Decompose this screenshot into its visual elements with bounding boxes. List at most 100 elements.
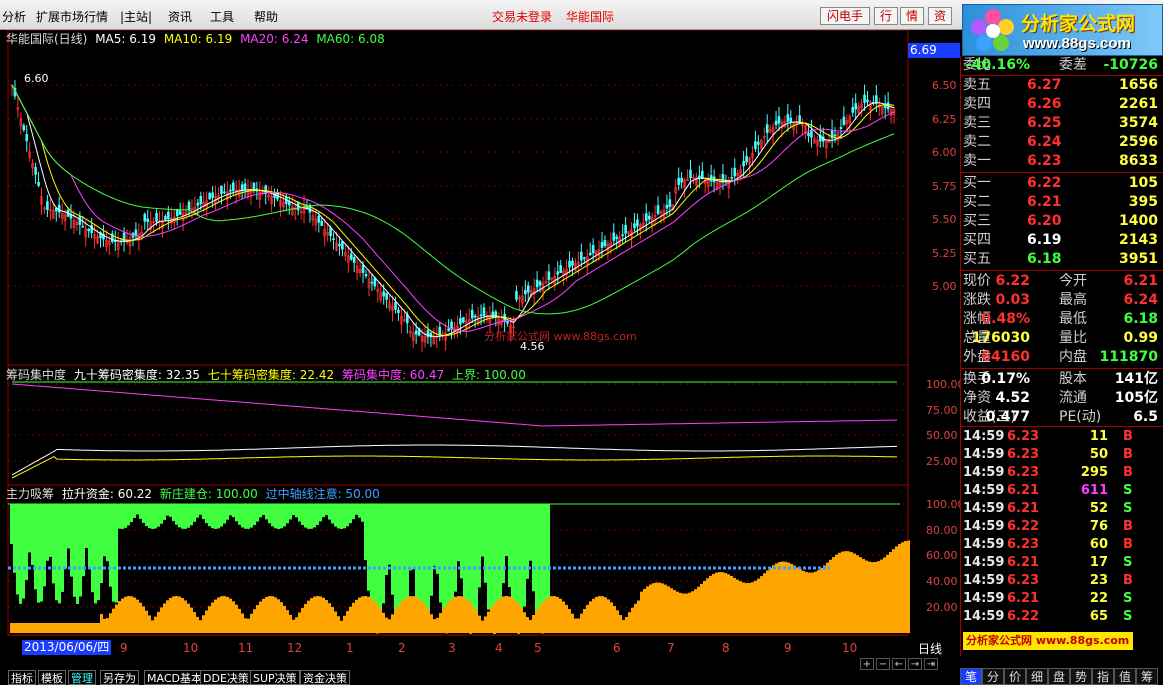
lift-fund-bar [733,577,736,633]
bottom-tab[interactable]: SUP决策 [250,670,300,685]
candle-body [636,219,639,227]
candle-body [317,215,321,223]
right-panel-tab[interactable]: 分 [982,668,1004,685]
lift-fund-bar [436,617,439,633]
main-y-tick: 5.25 [932,247,957,260]
lift-fund-bar [661,583,664,633]
ask-price: 6.24 [1027,134,1062,150]
tick-row: 14:59 6.23 50 B [961,446,1163,464]
right-panel-tab[interactable]: 势 [1070,668,1092,685]
menu-extended-market[interactable]: 扩展市场行情 [36,8,108,25]
nav-control-icon[interactable]: ← [892,658,906,670]
candle-body [777,116,781,124]
right-panel-tab[interactable]: 笔 [960,668,982,685]
lift-fund-bar [646,586,649,633]
lift-fund-bar [844,551,847,633]
quote-button-1[interactable]: 行 [874,7,898,25]
tick-time: 14:59 [963,573,1005,588]
period-label[interactable]: 日线 [918,640,942,657]
chart-canvas[interactable]: 6.50 6.25 6.00 5.75 5.50 5.25 5.00 100.00 75.00 5… [0,30,960,656]
menu-tools[interactable]: 工具 [210,8,234,25]
bottom-tab[interactable]: 资金决策 [300,670,350,685]
absorb-bar [151,504,154,529]
lift-fund-bar [634,603,637,633]
lift-fund-bar [142,606,145,633]
lift-fund-bar [433,619,436,633]
lift-fund-bar [799,569,802,633]
right-panel-tab[interactable]: 筹 [1136,668,1158,685]
bottom-tab[interactable]: DDE决策 [200,670,252,685]
right-panel-tab[interactable]: 指 [1092,668,1114,685]
lift-fund-bar [19,623,22,633]
lift-fund-bar [529,619,532,633]
lift-fund-bar [160,607,163,633]
menu-main-station[interactable]: |主站| [120,8,152,25]
lift-fund-bar [199,620,202,633]
absorb-bar [346,504,349,527]
nav-control-icon[interactable]: + [860,658,874,670]
bottom-tab[interactable]: MACD基本 [144,670,205,685]
absorb-bar [154,504,157,529]
lift-fund-bar [763,573,766,633]
absorb-bar [511,504,514,613]
ma5-line [11,84,895,338]
flash-trade-button[interactable]: 闪电手 [820,7,870,25]
absorb-bar [310,504,313,529]
lift-fund-bar [214,599,217,633]
candle-body [866,99,869,103]
absorb-bar [391,504,394,595]
lift-fund-bar [526,617,529,633]
lift-fund-bar [781,561,784,633]
nav-control-icon[interactable]: − [876,658,890,670]
lift-fund-bar [460,596,463,633]
nav-control-icon[interactable]: ⇥ [924,658,938,670]
absorb-bar [475,504,478,614]
right-panel-tab[interactable]: 盘 [1048,668,1070,685]
candle-body [178,210,182,215]
absorb-bar [463,504,466,607]
absorb-bar [229,504,232,516]
lift-fund-bar [823,565,826,633]
ask-row: 卖四 6.26 2261 [961,95,1163,114]
lift-fund-bar [592,598,595,633]
absorb-bar [349,504,352,524]
tick-row: 14:59 6.21 22 S [961,590,1163,608]
menu-help[interactable]: 帮助 [254,8,278,25]
bottom-tab[interactable]: 另存为 [100,670,139,685]
ask-label: 卖二 [963,134,991,150]
panel2-item-90: 九十筹码密集度: 32.35 [73,368,201,382]
absorb-bar [331,504,334,524]
menu-analysis[interactable]: 分析 [2,8,26,25]
lift-fund-bar [862,558,865,633]
tick-time: 14:59 [963,537,1005,552]
right-panel-tab[interactable]: 价 [1004,668,1026,685]
lift-fund-bar [532,614,535,633]
lift-fund-bar [76,623,79,633]
tick-row: 14:59 6.21 52 S [961,500,1163,518]
lift-fund-bar [175,596,178,633]
lift-fund-bar [400,601,403,633]
lift-fund-bar [301,607,304,633]
right-panel-tab[interactable]: 值 [1114,668,1136,685]
lift-fund-bar [43,623,46,633]
menu-news[interactable]: 资讯 [168,8,192,25]
bottom-tab[interactable]: 模板 [38,670,66,685]
candle-body [774,120,778,126]
absorb-bar [481,504,484,557]
fund-row: 换手 0.17% 股本 141亿 [961,370,1163,389]
right-panel-tab[interactable]: 细 [1026,668,1048,685]
divider [961,172,1163,173]
lift-fund-bar [430,614,433,633]
ask-label: 卖三 [963,115,991,131]
ma20-label: MA20: 6.24 [240,32,309,46]
bottom-tab[interactable]: 指标 [8,670,36,685]
quote-button-2[interactable]: 情 [900,7,924,25]
lift-fund-bar [418,599,421,633]
info-button[interactable]: 资 [928,7,952,25]
bottom-tab[interactable]: 管理 [68,670,96,685]
nav-control-icon[interactable]: → [908,658,922,670]
tick-row: 14:59 6.23 23 B [961,572,1163,590]
absorb-bar [172,504,175,522]
lift-fund-bar [475,610,478,633]
stat-row-label2: 最低 [1059,311,1087,327]
